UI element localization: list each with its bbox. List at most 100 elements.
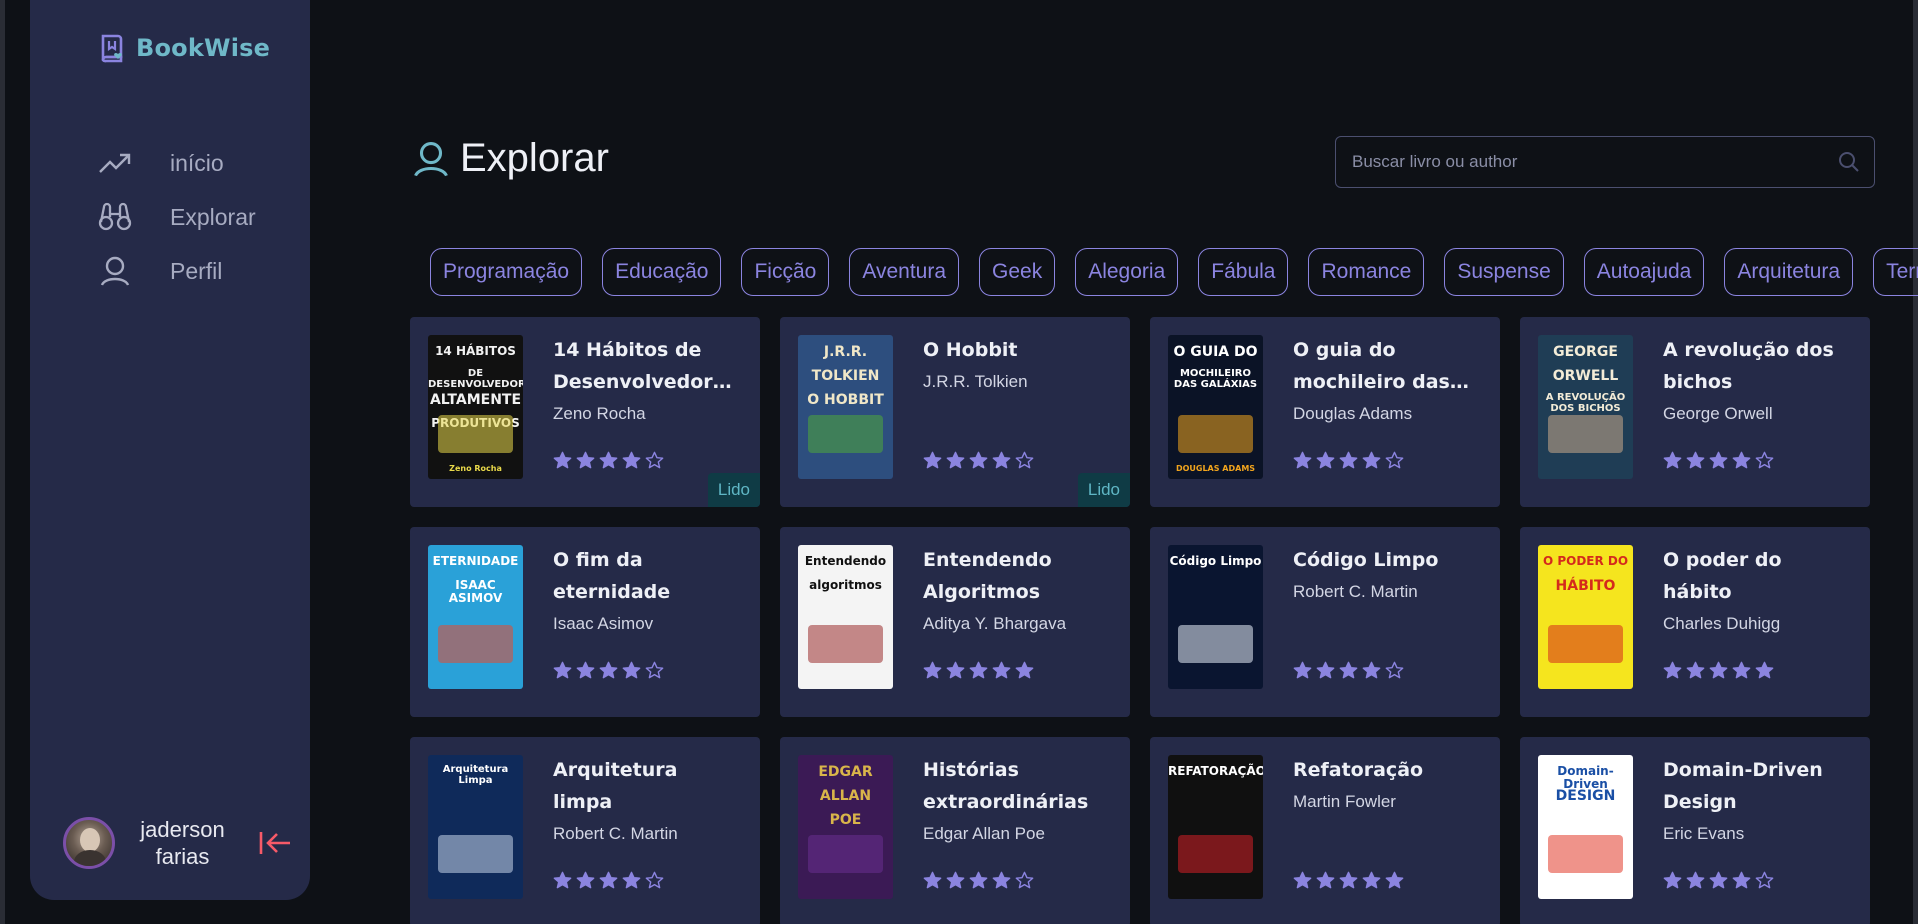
read-badge: Lido [707,473,760,507]
category-tag[interactable]: Arquitetura [1724,248,1854,296]
book-card[interactable]: REFATORAÇÃO Refatoração Martin Fowler [1150,737,1500,924]
star-filled-icon [1362,661,1381,679]
sidebar-item-perfil[interactable]: Perfil [98,244,256,298]
logo[interactable]: BookWise [98,32,270,64]
window-frame-right [1913,0,1918,924]
book-cover[interactable]: GEORGE ORWELL A REVOLUÇÃO DOS BICHOS [1538,335,1633,479]
category-tag[interactable]: Geek [979,248,1056,296]
book-grid: 14 HÁBITOSDE DESENVOLVEDORESALTAMENTEPRO… [410,317,1870,924]
cover-text: HÁBITO [1555,578,1616,594]
book-cover[interactable]: O PODER DO HÁBITO [1538,545,1633,689]
star-filled-icon [1339,661,1358,679]
logout-button[interactable] [255,823,295,863]
category-tag[interactable]: Autoajuda [1583,248,1705,296]
book-title: Código Limpo [1293,549,1439,571]
book-card[interactable]: Entendendo algoritmos Entendendo Algoritm… [780,527,1130,717]
star-filled-icon [1732,871,1751,889]
book-author: Charles Duhigg [1663,614,1781,633]
book-info: O guia do mochileiro das galáxias Dougla… [1293,334,1483,428]
cover-text: ETERNIDADE [432,554,519,568]
star-filled-icon [553,661,572,679]
category-tag[interactable]: Ficção [741,248,830,296]
cover-text: DE DESENVOLVEDORES [428,368,523,390]
book-cover[interactable]: Código Limpo [1168,545,1263,689]
book-cover[interactable]: J.R.R. TOLKIEN O HOBBIT [798,335,893,479]
category-tag[interactable]: Romance [1308,248,1425,296]
cover-text: ORWELL [1552,368,1619,384]
category-tag[interactable]: Programação [430,248,583,296]
book-title: Arquitetura limpa [553,759,678,813]
book-cover[interactable]: REFATORAÇÃO [1168,755,1263,899]
book-card[interactable]: ETERNIDADE ISAAC ASIMOV O fim da eternida… [410,527,760,717]
rating-stars [923,451,1034,470]
search-input[interactable] [1352,152,1838,172]
star-filled-icon [1709,871,1728,889]
sidebar-item-explorar[interactable]: Explorar [98,190,256,244]
rating-stars [1663,871,1774,890]
read-badge: Lido [1077,473,1130,507]
book-card[interactable]: O PODER DO HÁBITO O poder do hábito Charl… [1520,527,1870,717]
star-filled-icon [1293,871,1312,889]
star-filled-icon [992,661,1011,679]
book-info: Histórias extraordinárias Edgar Allan Po… [923,754,1113,848]
book-card[interactable]: EDGAR ALLAN POE Histórias extraordinárias … [780,737,1130,924]
category-tag[interactable]: Alegoria [1075,248,1179,296]
book-author: Robert C. Martin [1293,582,1418,601]
book-cover[interactable]: 14 HÁBITOSDE DESENVOLVEDORESALTAMENTEPRO… [428,335,523,479]
star-filled-icon [1385,871,1404,889]
user-icon [414,141,448,176]
star-filled-icon [553,451,572,469]
star-filled-icon [576,451,595,469]
star-empty-icon [1755,871,1774,889]
star-filled-icon [1316,871,1335,889]
book-author: J.R.R. Tolkien [923,372,1028,391]
book-card[interactable]: Arquitetura Limpa Arquitetura limpa Robe… [410,737,760,924]
star-filled-icon [1663,871,1682,889]
book-card[interactable]: GEORGE ORWELL A REVOLUÇÃO DOS BICHOS A rev… [1520,317,1870,507]
book-cover[interactable]: Entendendo algoritmos [798,545,893,689]
category-tag[interactable]: Educação [602,248,722,296]
category-tag[interactable]: Fábula [1198,248,1289,296]
cover-text: Domain-Driven [1557,764,1614,791]
avatar[interactable] [63,817,115,869]
star-filled-icon [599,451,618,469]
book-cover[interactable]: ETERNIDADE ISAAC ASIMOV [428,545,523,689]
book-heart-icon [101,34,123,63]
star-filled-icon [969,871,988,889]
book-cover[interactable]: EDGAR ALLAN POE [798,755,893,899]
sidebar-item-label: Perfil [170,257,223,284]
book-cover[interactable]: Arquitetura Limpa [428,755,523,899]
app-name: BookWise [136,34,271,62]
cover-footer: Zeno Rocha [449,463,502,473]
book-info: O fim da eternidade Isaac Asimov [553,544,743,638]
star-filled-icon [599,871,618,889]
book-card[interactable]: Código Limpo Código Limpo Robert C. Mart… [1150,527,1500,717]
category-tag[interactable]: Terror [1873,248,1918,296]
page-title: Explorar [412,136,609,181]
book-card[interactable]: J.R.R. TOLKIEN O HOBBIT O Hobbit J.R.R. To… [780,317,1130,507]
book-card[interactable]: Domain-Driven DESIGN Domain-Driven Design… [1520,737,1870,924]
book-card[interactable]: 14 HÁBITOSDE DESENVOLVEDORESALTAMENTEPRO… [410,317,760,507]
star-filled-icon [553,871,572,889]
book-cover[interactable]: O GUIA DO MOCHILEIRO DAS GALÁXIAS DOUGLAS … [1168,335,1263,479]
rating-stars [1293,661,1404,680]
cover-text: ALTAMENTE [429,392,522,408]
star-empty-icon [645,451,664,469]
star-filled-icon [946,451,965,469]
star-filled-icon [1316,451,1335,469]
category-tag[interactable]: Suspense [1444,248,1564,296]
book-cover[interactable]: Domain-Driven DESIGN [1538,755,1633,899]
binoculars-icon [98,200,132,234]
cover-text: Entendendo [804,554,887,568]
book-card[interactable]: O GUIA DO MOCHILEIRO DAS GALÁXIAS DOUGLAS … [1150,317,1500,507]
search-box [1335,136,1875,188]
category-tag[interactable]: Aventura [849,248,959,296]
search-icon[interactable] [1838,151,1860,173]
book-title: 14 Hábitos de Desenvolvedores Altamente … [553,339,737,393]
sidebar-item-inicio[interactable]: início [98,136,256,190]
cover-text: MOCHILEIRO DAS GALÁXIAS [1173,368,1258,390]
sidebar-item-label: início [170,149,224,176]
book-info: Domain-Driven Design Eric Evans [1663,754,1853,848]
cover-art [808,625,883,663]
star-filled-icon [992,871,1011,889]
